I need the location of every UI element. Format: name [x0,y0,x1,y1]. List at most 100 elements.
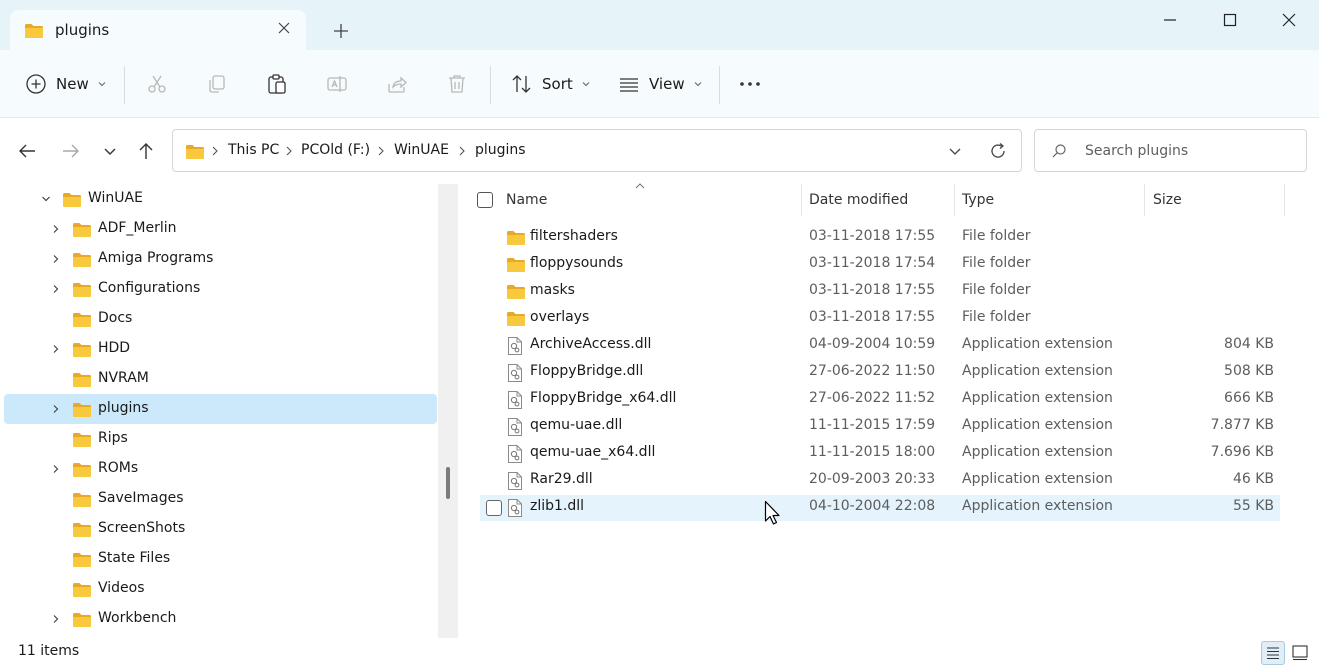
up-arrow-icon[interactable] [134,139,158,163]
file-row[interactable]: ArchiveAccess.dll 04-09-2004 10:59 Applica… [480,333,1280,359]
recent-locations-chevron-icon[interactable] [98,139,122,163]
share-button[interactable] [385,68,409,100]
file-size: 46 KB [1232,471,1274,487]
breadcrumb-drive[interactable]: PCOld (F:) [301,142,370,158]
file-list: Name Date modified Type Size filtershade… [458,183,1319,638]
file-row[interactable]: masks 03-11-2018 17:55 File folder [480,279,1280,305]
row-checkbox[interactable] [486,500,502,516]
chevron-right-icon[interactable] [50,463,62,475]
scrollbar-thumb[interactable] [446,467,450,499]
sidebar-item-label: WinUAE [88,190,143,206]
column-header-date-modified[interactable]: Date modified [809,192,908,208]
chevron-right-icon[interactable] [285,146,293,156]
dll-file-icon [508,445,522,463]
close-tab-icon[interactable] [276,20,292,36]
command-bar: New Sort View [0,50,1319,118]
folder-icon [73,583,91,597]
chevron-right-icon[interactable] [50,253,62,265]
sidebar-item-hdd[interactable]: HDD [4,334,437,364]
maximize-icon[interactable] [1218,8,1242,32]
delete-button[interactable] [445,68,469,100]
file-row[interactable]: zlib1.dll 04-10-2004 22:08 Application ext… [480,495,1280,521]
refresh-icon[interactable] [988,141,1008,161]
breadcrumb-plugins[interactable]: plugins [475,142,526,158]
tab-plugins[interactable]: plugins [10,10,306,50]
column-divider[interactable] [954,184,955,216]
forward-arrow-icon[interactable] [59,139,83,163]
sidebar-item-plugins[interactable]: plugins [4,394,437,424]
sidebar-item-rips[interactable]: Rips [4,424,437,454]
column-header-type[interactable]: Type [962,192,994,208]
sidebar-item-configurations[interactable]: Configurations [4,274,437,304]
column-header-name[interactable]: Name [506,192,547,208]
file-row[interactable]: qemu-uae.dll 11-11-2015 17:59 Application … [480,414,1280,440]
sidebar-item-screenshots[interactable]: ScreenShots [4,514,437,544]
sidebar-item-roms[interactable]: ROMs [4,454,437,484]
rename-button[interactable] [325,68,349,100]
column-divider[interactable] [801,184,802,216]
new-button[interactable]: New [24,68,107,100]
chevron-right-icon[interactable] [50,223,62,235]
file-date-modified: 04-10-2004 22:08 [809,498,936,514]
file-name: filtershaders [530,228,618,244]
file-row[interactable]: filtershaders 03-11-2018 17:55 File folder [480,225,1280,251]
sort-label: Sort [542,75,573,93]
sidebar-item-saveimages[interactable]: SaveImages [4,484,437,514]
search-box[interactable] [1034,129,1307,172]
navigation-pane-scrollbar[interactable] [438,184,458,638]
details-view-button[interactable] [1261,641,1285,665]
select-all-checkbox[interactable] [477,192,493,208]
folder-icon [73,283,91,297]
folder-icon [73,553,91,567]
file-row[interactable]: FloppyBridge.dll 27-06-2022 11:50 Applicat… [480,360,1280,386]
address-bar[interactable]: This PC PCOld (F:) WinUAE plugins [172,129,1022,172]
address-history-chevron-icon[interactable] [947,143,963,159]
more-options-button[interactable] [738,68,762,100]
sidebar-item-workbench[interactable]: Workbench [4,604,437,634]
breadcrumb-this-pc[interactable]: This PC [228,142,279,158]
minimize-icon[interactable] [1158,8,1182,32]
tiles-view-button[interactable] [1289,641,1313,665]
view-button[interactable]: View [617,68,703,100]
paste-button[interactable] [265,68,289,100]
cut-button[interactable] [145,68,169,100]
navigation-bar: This PC PCOld (F:) WinUAE plugins [0,118,1319,184]
chevron-down-icon[interactable] [40,193,52,205]
sort-button[interactable]: Sort [510,68,591,100]
sidebar-item-adf-merlin[interactable]: ADF_Merlin [4,214,437,244]
file-row[interactable]: Rar29.dll 20-09-2003 20:33 Application ext… [480,468,1280,494]
chevron-right-icon[interactable] [458,146,466,156]
close-window-icon[interactable] [1277,8,1301,32]
chevron-right-icon[interactable] [50,343,62,355]
column-divider[interactable] [1284,184,1285,216]
sidebar-item-state-files[interactable]: State Files [4,544,437,574]
file-type: Application extension [962,471,1113,487]
folder-icon [73,523,91,537]
sidebar-item-docs[interactable]: Docs [4,304,437,334]
chevron-right-icon[interactable] [50,283,62,295]
folder-icon [507,231,525,245]
sidebar-item-amiga-programs[interactable]: Amiga Programs [4,244,437,274]
chevron-right-icon[interactable] [50,403,62,415]
dll-file-icon [508,337,522,355]
back-arrow-icon[interactable] [15,139,39,163]
new-tab-icon[interactable] [330,20,352,42]
column-divider[interactable] [1144,184,1145,216]
sidebar-item-winuae[interactable]: WinUAE [4,184,437,214]
breadcrumb-winuae[interactable]: WinUAE [394,142,449,158]
sidebar-item-videos[interactable]: Videos [4,574,437,604]
file-row[interactable]: qemu-uae_x64.dll 11-11-2015 18:00 Applicat… [480,441,1280,467]
copy-button[interactable] [205,68,229,100]
folder-icon [63,193,81,207]
folder-icon [507,312,525,326]
sidebar-item-nvram[interactable]: NVRAM [4,364,437,394]
search-input[interactable] [1085,141,1295,161]
column-header-size[interactable]: Size [1153,192,1182,208]
folder-icon [73,433,91,447]
chevron-right-icon[interactable] [50,613,62,625]
file-row[interactable]: floppysounds 03-11-2018 17:54 File folder [480,252,1280,278]
file-type: Application extension [962,390,1113,406]
chevron-right-icon[interactable] [377,146,385,156]
file-row[interactable]: FloppyBridge_x64.dll 27-06-2022 11:52 Appl… [480,387,1280,413]
file-row[interactable]: overlays 03-11-2018 17:55 File folder [480,306,1280,332]
